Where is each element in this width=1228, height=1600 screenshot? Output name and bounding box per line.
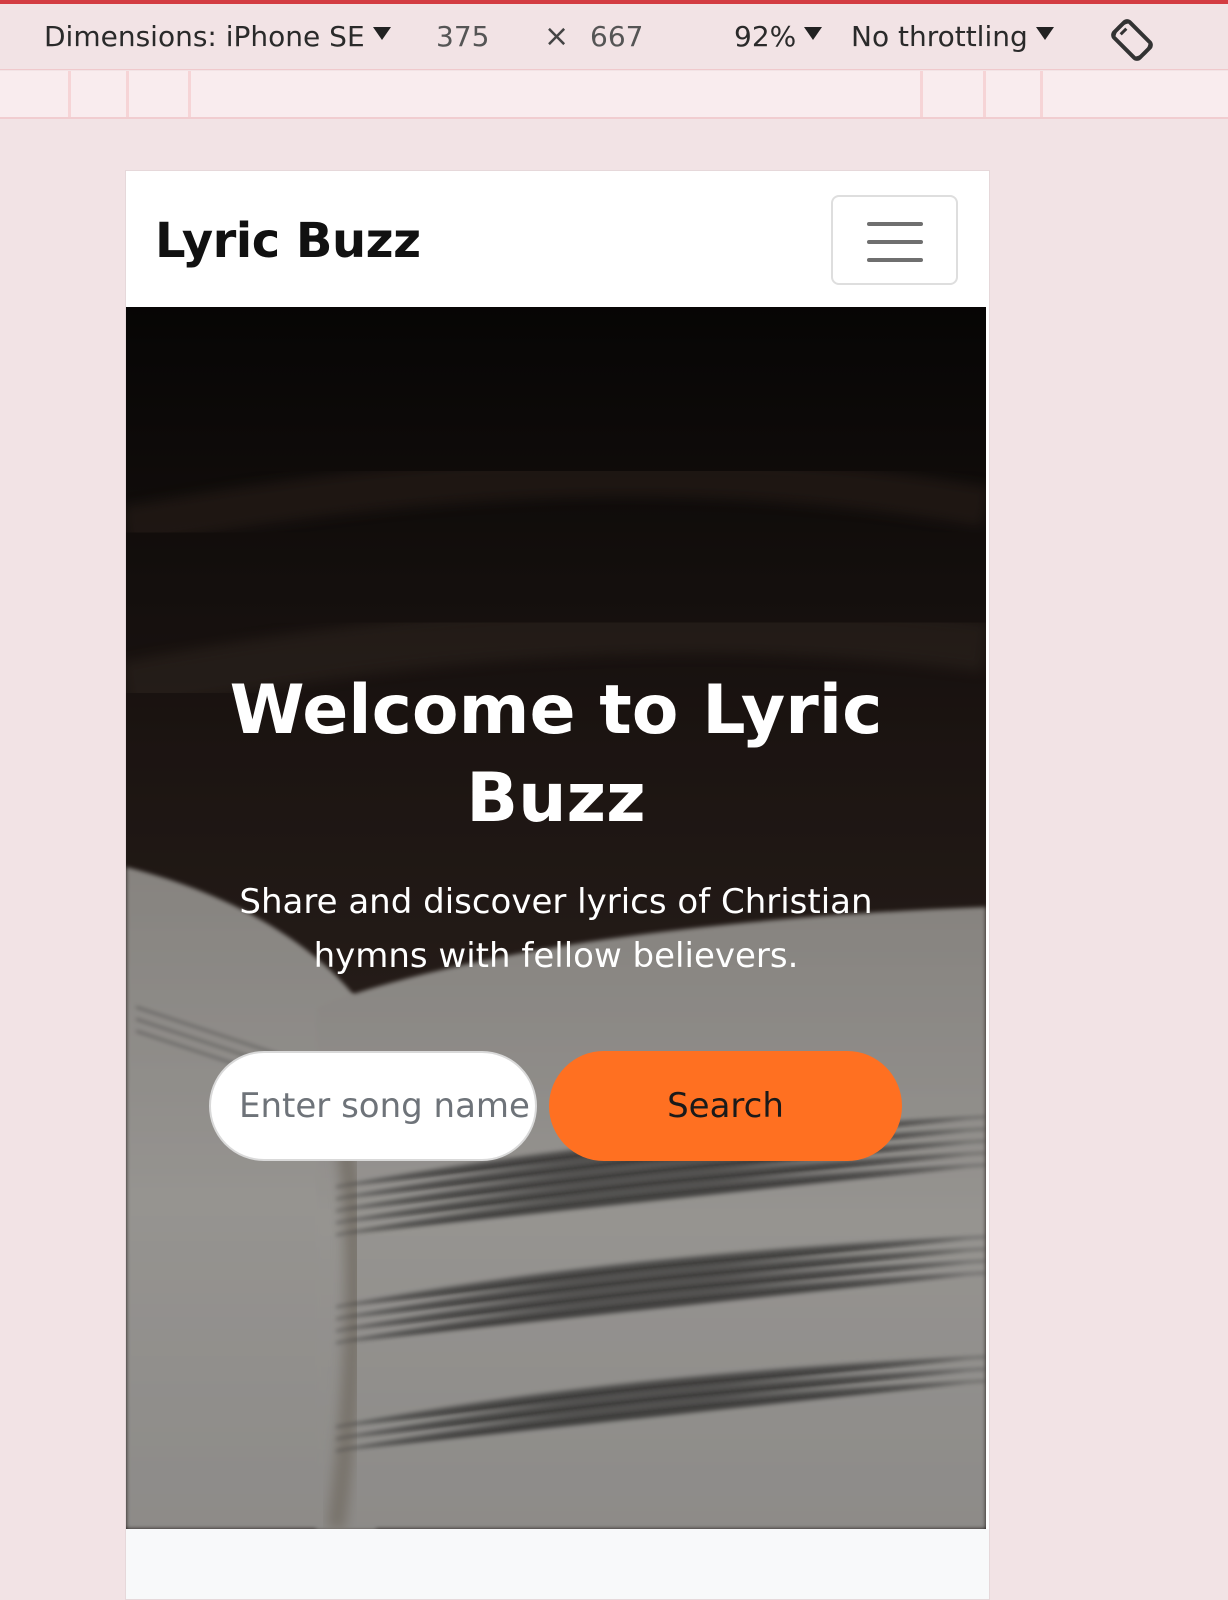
media-query-marker (188, 71, 191, 117)
media-query-marker (983, 71, 986, 117)
search-button[interactable]: Search (549, 1051, 902, 1161)
brand-logo[interactable]: Lyric Buzz (155, 213, 421, 269)
rotate-device-icon[interactable] (1108, 16, 1156, 64)
chevron-down-icon (372, 27, 391, 40)
media-query-marker (920, 71, 923, 117)
dimensions-label: Dimensions: iPhone SE (44, 20, 365, 53)
chevron-down-icon (1035, 27, 1054, 40)
media-query-bar[interactable] (0, 71, 1228, 119)
dimensions-dropdown[interactable]: Dimensions: iPhone SE (44, 18, 391, 56)
zoom-label: 92% (734, 20, 797, 53)
dimension-separator: × (544, 19, 570, 54)
width-input[interactable]: 375 (426, 16, 526, 58)
zoom-dropdown[interactable]: 92% (734, 18, 823, 56)
chevron-down-icon (804, 27, 823, 40)
throttling-label: No throttling (851, 20, 1028, 53)
hero-title: Welcome to Lyric Buzz (229, 671, 883, 838)
device-toolbar: Dimensions: iPhone SE 375 × 667 92% No t… (0, 4, 1228, 70)
device-viewport: Lyric Buzz Welcome to Lyric Buzz Share a… (125, 170, 990, 1600)
hamburger-menu-icon (867, 258, 923, 262)
height-input[interactable]: 667 (580, 16, 680, 58)
media-query-marker (1040, 71, 1043, 117)
media-query-marker (126, 71, 129, 117)
hamburger-menu-icon (867, 222, 923, 226)
content-section (126, 1529, 989, 1599)
hero-section: Welcome to Lyric Buzz Share and discover… (126, 307, 986, 1529)
hamburger-menu-icon (867, 240, 923, 244)
media-query-marker (68, 71, 71, 117)
throttling-dropdown[interactable]: No throttling (851, 18, 1054, 56)
navbar: Lyric Buzz (126, 171, 989, 307)
hero-subtitle: Share and discover lyrics of Christian h… (239, 882, 873, 976)
hamburger-menu-button[interactable] (831, 195, 958, 285)
song-search-input[interactable] (209, 1051, 537, 1161)
